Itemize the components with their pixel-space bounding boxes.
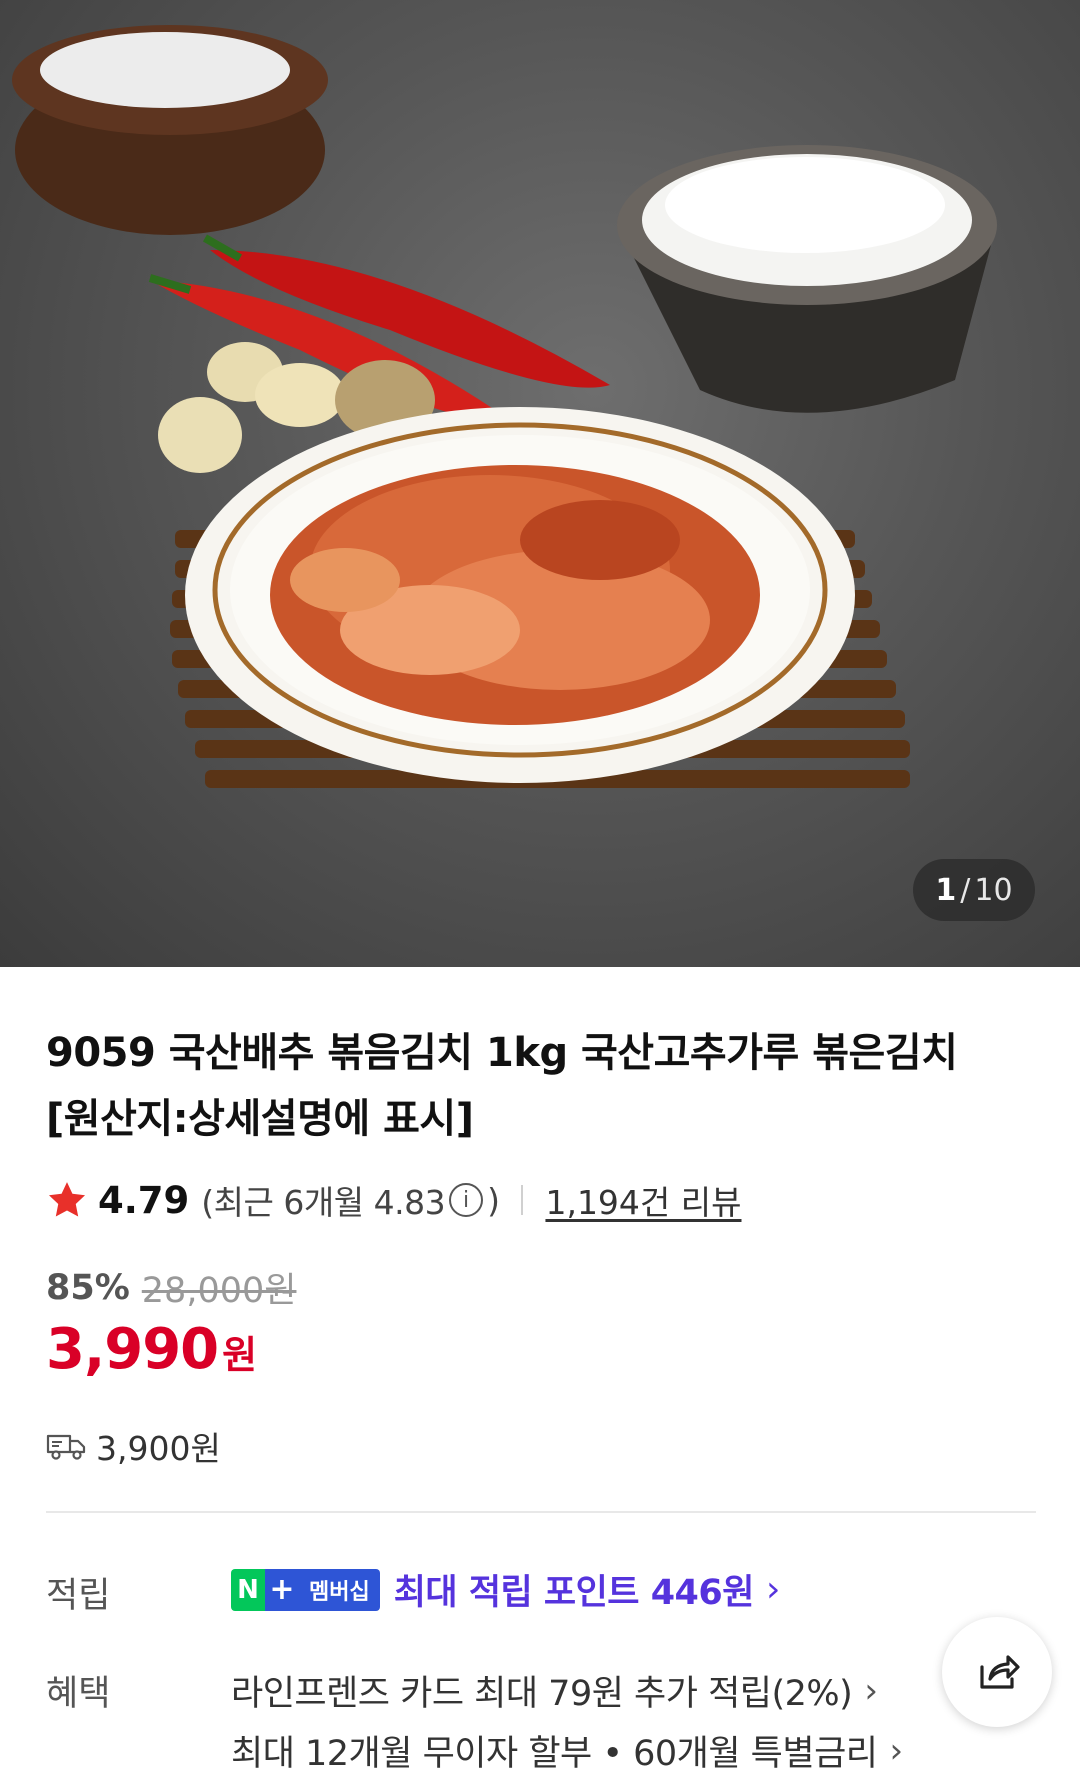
recent-rating: (최근 6개월 4.83 (201, 1183, 446, 1222)
badge-n: N (231, 1568, 265, 1611)
discount-rate: 85% (46, 1267, 130, 1308)
title-line-2: [원산지:상세설명에 표시] (46, 1096, 474, 1142)
product-image-gallery[interactable]: 1 / 10 (0, 0, 1080, 967)
points-label: 적립 (46, 1576, 111, 1616)
truck-icon (46, 1434, 86, 1460)
section-divider (46, 1511, 1036, 1513)
recent-rating-close: ) (487, 1180, 500, 1220)
benefit-card-points[interactable]: 라인프렌즈 카드 최대 79원 추가 적립(2%) › (231, 1665, 878, 1716)
sale-price: 3,990 원 (46, 1317, 257, 1382)
naver-plus-membership-badge: N + 멤버십 (231, 1568, 380, 1611)
sale-price-unit: 원 (222, 1333, 258, 1377)
chevron-right-icon: › (889, 1730, 903, 1771)
counter-separator: / (960, 872, 971, 908)
counter-total: 10 (974, 872, 1013, 908)
benefit-card-points-text: 라인프렌즈 카드 최대 79원 추가 적립(2%) (231, 1674, 853, 1714)
shipping-fee: 3,900원 (96, 1429, 221, 1468)
share-icon (980, 1655, 1020, 1689)
star-icon (48, 1182, 86, 1217)
chevron-right-icon: › (765, 1569, 781, 1610)
badge-membership: 멤버십 (299, 1568, 380, 1611)
info-icon[interactable]: i (449, 1183, 484, 1217)
review-count-link[interactable]: 1,194건 리뷰 (545, 1176, 741, 1224)
chevron-right-icon: › (864, 1670, 878, 1711)
benefit-installment[interactable]: 최대 12개월 무이자 할부 • 60개월 특별금리 › (231, 1725, 903, 1776)
rating-score: 4.79 (98, 1178, 190, 1222)
rating-row: 4.79 (최근 6개월 4.83 i ) 1,194건 리뷰 (46, 1175, 742, 1225)
discount-row: 85% 28,000원 (46, 1262, 296, 1313)
counter-current: 1 (935, 872, 957, 908)
image-counter: 1 / 10 (913, 859, 1035, 921)
product-title: 9059 국산배추 볶음김치 1kg 국산고추가루 볶은김치 [원산지:상세설명… (46, 1020, 1036, 1152)
points-row[interactable]: N + 멤버십 최대 적립 포인트 446원 › (231, 1564, 780, 1615)
benefits-label: 혜택 (46, 1674, 111, 1714)
badge-plus: + (265, 1568, 299, 1611)
original-price: 28,000원 (141, 1271, 297, 1311)
shipping-fee-row: 3,900원 (46, 1422, 221, 1470)
product-photo (12, 25, 997, 788)
sale-price-amount: 3,990 (46, 1317, 219, 1382)
title-line-1: 9059 국산배추 볶음김치 1kg 국산고추가루 볶은김치 (46, 1030, 958, 1076)
share-button[interactable] (942, 1617, 1052, 1727)
benefit-installment-text: 최대 12개월 무이자 할부 • 60개월 특별금리 (231, 1734, 878, 1774)
max-points-text: 최대 적립 포인트 446원 (393, 1573, 755, 1613)
divider (521, 1185, 524, 1215)
